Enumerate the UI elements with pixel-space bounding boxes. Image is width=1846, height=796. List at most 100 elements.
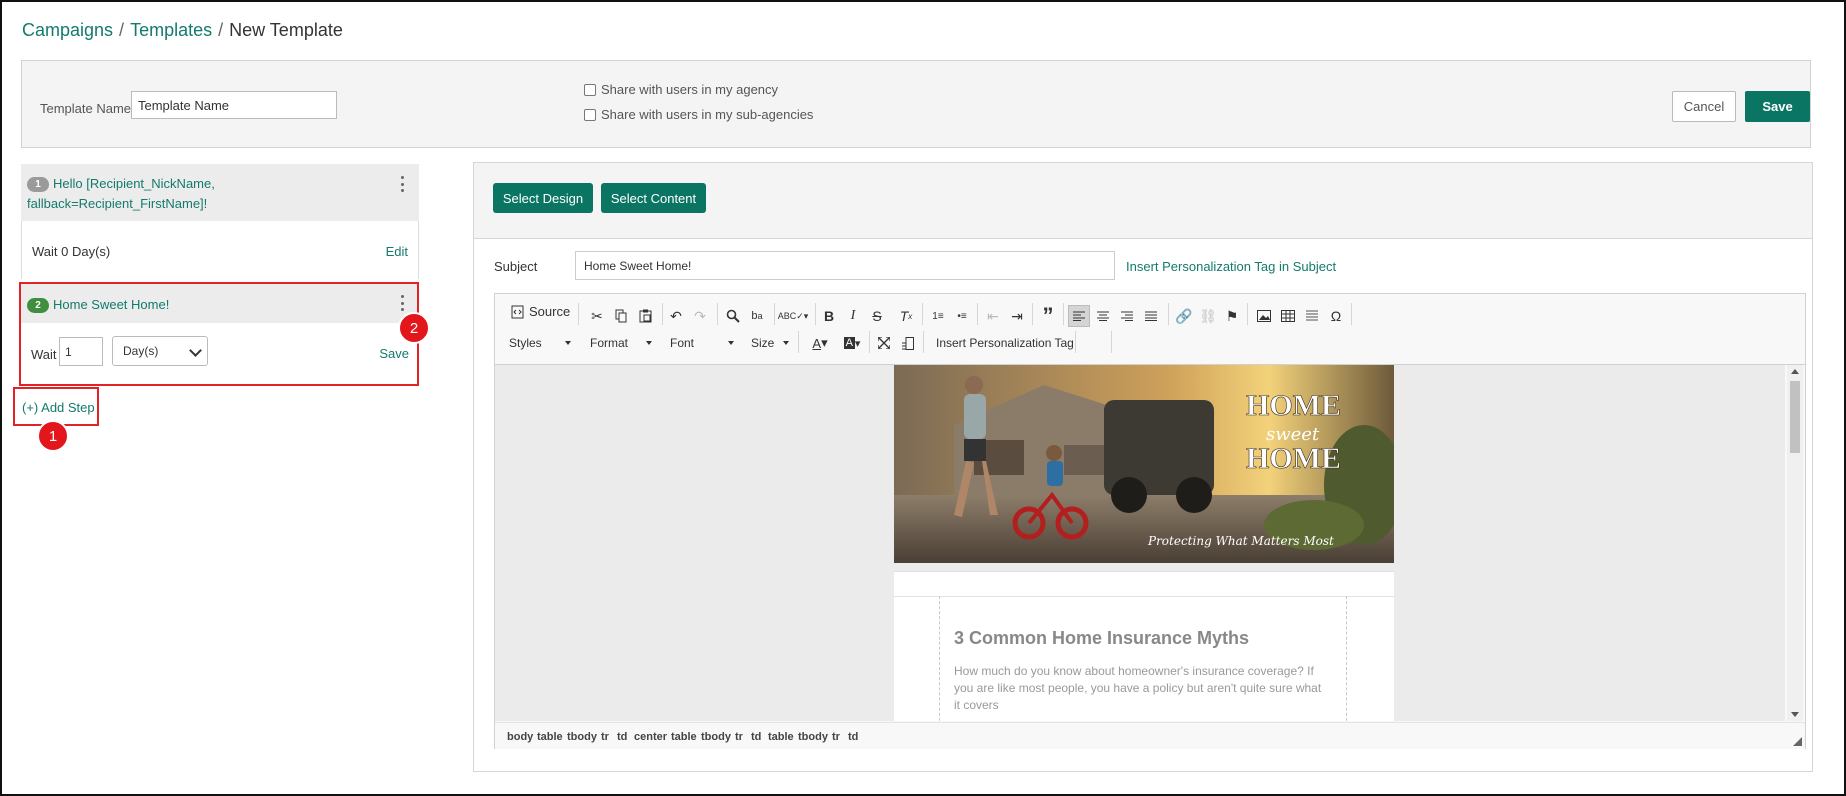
paste-icon[interactable] bbox=[634, 305, 656, 327]
step-2-header[interactable]: 2 Home Sweet Home! bbox=[21, 283, 419, 323]
editor-scrollbar[interactable] bbox=[1787, 365, 1803, 721]
path-item[interactable]: td bbox=[848, 731, 858, 743]
table-icon[interactable] bbox=[1277, 305, 1299, 327]
share-agency-checkbox[interactable] bbox=[584, 83, 596, 96]
editor-content-area[interactable]: HOME sweet HOME Protecting What Matters … bbox=[495, 365, 1785, 721]
source-icon bbox=[511, 305, 524, 318]
resize-handle[interactable] bbox=[1793, 737, 1802, 746]
breadcrumb-campaigns[interactable]: Campaigns bbox=[22, 20, 113, 40]
annotation-marker-1: 1 bbox=[37, 420, 69, 452]
path-item[interactable]: tr bbox=[832, 731, 840, 743]
align-right-icon[interactable] bbox=[1116, 305, 1138, 327]
path-item[interactable]: tbody bbox=[798, 731, 828, 743]
toolbar-separator bbox=[1168, 303, 1169, 325]
breadcrumb-templates[interactable]: Templates bbox=[130, 20, 212, 40]
image-icon[interactable] bbox=[1253, 305, 1275, 327]
path-item[interactable]: td bbox=[617, 731, 627, 743]
redo-icon[interactable]: ↷ bbox=[689, 305, 711, 327]
step-2-title[interactable]: 2 Home Sweet Home! bbox=[27, 295, 357, 315]
step-1-header[interactable]: 1 Hello [Recipient_NickName, fallback=Rec… bbox=[21, 164, 419, 221]
undo-icon[interactable]: ↶ bbox=[665, 305, 687, 327]
share-subagency-checkbox[interactable] bbox=[584, 108, 596, 121]
italic-icon[interactable]: I bbox=[842, 305, 864, 327]
wait-days-input[interactable] bbox=[59, 337, 103, 366]
scroll-down-arrow[interactable] bbox=[1791, 712, 1799, 717]
special-character-icon[interactable]: Ω bbox=[1325, 305, 1347, 327]
numbered-list-icon[interactable]: 1≡ bbox=[927, 305, 949, 327]
anchor-flag-icon[interactable]: ⚑ bbox=[1221, 305, 1243, 327]
step-1-title[interactable]: 1 Hello [Recipient_NickName, fallback=Rec… bbox=[27, 174, 357, 214]
share-agency-label: Share with users in my agency bbox=[601, 82, 779, 97]
subject-input[interactable] bbox=[575, 251, 1115, 280]
format-dropdown[interactable]: Format bbox=[590, 333, 652, 353]
source-button[interactable]: Source bbox=[511, 304, 570, 319]
step-2-save-link[interactable]: Save bbox=[379, 346, 409, 361]
insert-personalization-tag-button[interactable]: Insert Personalization Tag bbox=[936, 333, 1074, 353]
step-1-edit-link[interactable]: Edit bbox=[386, 244, 408, 259]
step-1-wait-text: Wait 0 Day(s) bbox=[32, 244, 111, 259]
path-item[interactable]: table bbox=[768, 731, 794, 743]
horizontal-line-icon[interactable] bbox=[1301, 305, 1323, 327]
remove-format-icon[interactable]: Tx bbox=[895, 305, 917, 327]
editor-header: Select Design Select Content bbox=[474, 163, 1812, 239]
path-item[interactable]: body bbox=[507, 731, 533, 743]
add-step-link[interactable]: (+) Add Step bbox=[22, 400, 95, 415]
path-item[interactable]: tbody bbox=[701, 731, 731, 743]
show-blocks-icon[interactable] bbox=[897, 332, 919, 354]
styles-dropdown[interactable]: Styles bbox=[509, 333, 571, 353]
find-icon[interactable] bbox=[722, 305, 744, 327]
spellcheck-icon[interactable]: ABC✓▾ bbox=[778, 305, 809, 327]
cancel-button[interactable]: Cancel bbox=[1672, 91, 1736, 122]
select-design-button[interactable]: Select Design bbox=[493, 183, 593, 213]
insert-tag-in-subject-link[interactable]: Insert Personalization Tag in Subject bbox=[1126, 259, 1336, 274]
link-icon[interactable]: 🔗 bbox=[1173, 305, 1195, 327]
maximize-icon[interactable] bbox=[873, 332, 895, 354]
justify-icon[interactable] bbox=[1140, 305, 1162, 327]
step-2-wait-row: Wait Day(s) Save bbox=[21, 323, 419, 383]
article-title[interactable]: 3 Common Home Insurance Myths bbox=[954, 628, 1249, 649]
font-dropdown[interactable]: Font bbox=[670, 333, 734, 353]
copy-icon[interactable] bbox=[610, 305, 632, 327]
background-color-icon[interactable]: A ▾ bbox=[838, 332, 866, 354]
path-item[interactable]: tr bbox=[601, 731, 609, 743]
template-name-label: Template Name: bbox=[40, 101, 135, 116]
email-content-block[interactable]: 3 Common Home Insurance Myths How much d… bbox=[894, 571, 1394, 721]
bulleted-list-icon[interactable]: •≡ bbox=[951, 305, 973, 327]
path-item[interactable]: tbody bbox=[567, 731, 597, 743]
text-color-icon[interactable]: A ▾ bbox=[806, 332, 834, 354]
decrease-indent-icon[interactable]: ⇤ bbox=[982, 305, 1004, 327]
template-name-input[interactable] bbox=[131, 91, 337, 119]
replace-icon[interactable]: ba bbox=[746, 305, 768, 327]
path-item[interactable]: center bbox=[634, 731, 667, 743]
toolbar-separator bbox=[922, 303, 923, 325]
step-2-menu-icon[interactable] bbox=[401, 295, 405, 311]
step-1-menu-icon[interactable] bbox=[401, 176, 405, 192]
hero-image: HOME sweet HOME Protecting What Matters … bbox=[894, 365, 1394, 563]
scroll-thumb[interactable] bbox=[1790, 381, 1800, 453]
cut-icon[interactable]: ✂ bbox=[586, 305, 608, 327]
annotation-marker-2: 2 bbox=[398, 312, 430, 344]
path-item[interactable]: table bbox=[537, 731, 563, 743]
wait-unit-select[interactable]: Day(s) bbox=[112, 336, 208, 366]
article-body[interactable]: How much do you know about homeowner's i… bbox=[954, 663, 1330, 714]
strikethrough-icon[interactable]: S bbox=[866, 305, 888, 327]
styles-label: Styles bbox=[509, 336, 542, 350]
bold-icon[interactable]: B bbox=[818, 305, 840, 327]
select-content-button[interactable]: Select Content bbox=[601, 183, 706, 213]
toolbar-separator bbox=[1247, 303, 1248, 325]
align-center-icon[interactable] bbox=[1092, 305, 1114, 327]
unlink-icon[interactable]: ⛓ bbox=[1197, 305, 1219, 327]
path-item[interactable]: td bbox=[751, 731, 761, 743]
breadcrumb-separator: / bbox=[119, 20, 125, 40]
path-item[interactable]: table bbox=[671, 731, 697, 743]
share-agency-option[interactable]: Share with users in my agency bbox=[584, 82, 778, 97]
save-button[interactable]: Save bbox=[1745, 91, 1810, 122]
align-left-icon[interactable] bbox=[1068, 305, 1090, 327]
blockquote-icon[interactable]: ” bbox=[1037, 303, 1059, 328]
path-item[interactable]: tr bbox=[735, 731, 743, 743]
scroll-up-arrow[interactable] bbox=[1791, 369, 1799, 374]
increase-indent-icon[interactable]: ⇥ bbox=[1006, 305, 1028, 327]
size-dropdown[interactable]: Size bbox=[751, 333, 789, 353]
wait-unit-value: Day(s) bbox=[123, 344, 159, 358]
share-subagency-option[interactable]: Share with users in my sub-agencies bbox=[584, 107, 813, 122]
